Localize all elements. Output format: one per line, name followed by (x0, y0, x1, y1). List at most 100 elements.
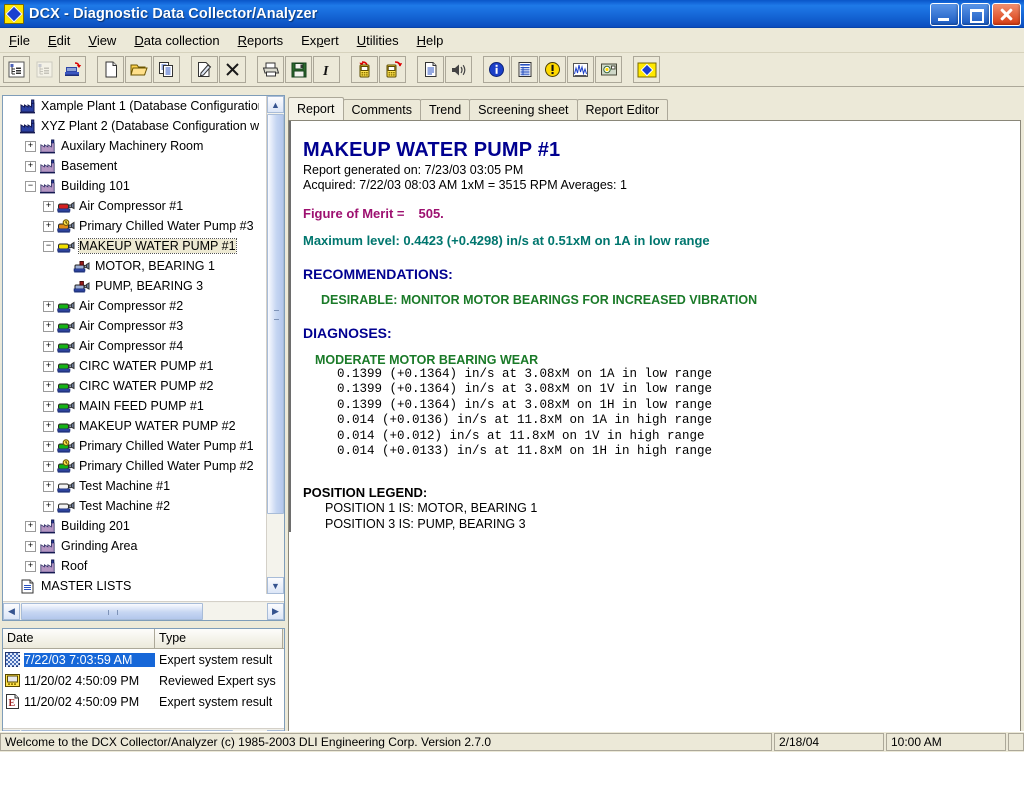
menu-item-file[interactable]: File (0, 30, 39, 51)
report-page-icon[interactable] (417, 56, 444, 83)
menu-item-utilities[interactable]: Utilities (348, 30, 408, 51)
asset-tree[interactable]: Xample Plant 1 (Database Configuration XY… (3, 96, 259, 594)
tree-node[interactable]: + Building 201 (3, 516, 259, 536)
tab-report-editor[interactable]: Report Editor (576, 99, 669, 120)
menu-item-view[interactable]: View (79, 30, 125, 51)
collector-upload-icon[interactable] (379, 56, 406, 83)
tree-node[interactable]: XYZ Plant 2 (Database Configuration wit (3, 116, 259, 136)
tree-node[interactable]: + Primary Chilled Water Pump #2 (3, 456, 259, 476)
expand-node-icon[interactable]: + (43, 500, 54, 512)
sound-icon[interactable] (445, 56, 472, 83)
expand-node-icon[interactable]: + (43, 420, 54, 432)
new-document-icon[interactable] (97, 56, 124, 83)
menu-item-edit[interactable]: Edit (39, 30, 79, 51)
tab-trend[interactable]: Trend (419, 99, 471, 120)
list-report-icon[interactable] (511, 56, 538, 83)
menu-item-expert[interactable]: Expert (292, 30, 348, 51)
info-icon[interactable] (483, 56, 510, 83)
scroll-right-arrow[interactable]: ▶ (267, 602, 284, 620)
tree-node[interactable]: + Air Compressor #3 (3, 316, 259, 336)
expand-node-icon[interactable]: + (25, 560, 36, 572)
expand-node-icon[interactable]: + (43, 460, 54, 472)
tree-hscroll-track[interactable] (20, 602, 267, 620)
scroll-left-arrow[interactable]: ◀ (3, 602, 20, 620)
expand-node-icon[interactable]: + (25, 520, 36, 532)
tree-node-label: Xample Plant 1 (Database Configuration (41, 99, 259, 113)
close-button[interactable] (992, 2, 1021, 26)
tree-node[interactable]: + Air Compressor #2 (3, 296, 259, 316)
copy-icon[interactable] (153, 56, 180, 83)
list-item[interactable]: 7/22/03 7:03:59 AM Expert system result (3, 649, 284, 670)
tree-node[interactable]: + Air Compressor #4 (3, 336, 259, 356)
tree-node[interactable]: + Basement (3, 156, 259, 176)
tab-screening-sheet[interactable]: Screening sheet (469, 99, 578, 120)
collapse-node-icon[interactable]: − (43, 240, 54, 252)
menu-item-reports[interactable]: Reports (229, 30, 293, 51)
photo-icon[interactable] (595, 56, 622, 83)
expand-node-icon[interactable]: + (43, 480, 54, 492)
warning-icon[interactable] (539, 56, 566, 83)
expand-node-icon[interactable]: + (25, 160, 36, 172)
tab-report[interactable]: Report (288, 97, 344, 120)
column-header-date[interactable]: Date (3, 629, 155, 648)
tree-node[interactable]: + MAIN FEED PUMP #1 (3, 396, 259, 416)
position-legend-line: POSITION 1 IS: MOTOR, BEARING 1 (325, 501, 538, 516)
expand-node-icon[interactable]: + (43, 440, 54, 452)
tree-node[interactable]: + Test Machine #2 (3, 496, 259, 516)
spectrum-chart-icon[interactable] (567, 56, 594, 83)
tree-hscroll-thumb[interactable] (21, 602, 203, 620)
tree-node[interactable]: + Air Compressor #1 (3, 196, 259, 216)
tree-vertical-scrollbar[interactable]: ▲ ▼ (266, 96, 284, 594)
tab-comments[interactable]: Comments (342, 99, 421, 120)
machine-upload-icon[interactable] (59, 56, 86, 83)
tree-node[interactable]: + CIRC WATER PUMP #2 (3, 376, 259, 396)
menu-item-help[interactable]: Help (408, 30, 453, 51)
tree-vscroll-thumb[interactable] (267, 114, 284, 514)
delete-x-icon[interactable] (219, 56, 246, 83)
column-header-type[interactable]: Type (155, 629, 283, 648)
tree-node[interactable]: Xample Plant 1 (Database Configuration (3, 96, 259, 116)
open-folder-icon[interactable] (125, 56, 152, 83)
minimize-button[interactable] (930, 2, 959, 26)
tree-node[interactable]: + Grinding Area (3, 536, 259, 556)
expand-node-icon[interactable]: + (43, 380, 54, 392)
tree-node[interactable]: − Building 101 (3, 176, 259, 196)
tree-node[interactable]: + Test Machine #1 (3, 476, 259, 496)
tree-node[interactable]: + Roof (3, 556, 259, 576)
tree-node[interactable]: − MAKEUP WATER PUMP #1 (3, 236, 259, 256)
expand-node-icon[interactable]: + (43, 340, 54, 352)
collector-download-icon[interactable] (351, 56, 378, 83)
tree-horizontal-scrollbar[interactable]: ◀ ▶ (3, 601, 284, 620)
tree-node[interactable]: PUMP, BEARING 3 (3, 276, 259, 296)
tree-node[interactable]: MOTOR, BEARING 1 (3, 256, 259, 276)
expand-node-icon[interactable]: + (43, 320, 54, 332)
expand-node-icon[interactable]: + (25, 140, 36, 152)
survey-list-header: Date Type (3, 629, 284, 649)
save-icon[interactable] (285, 56, 312, 83)
survey-list-rows[interactable]: 7/22/03 7:03:59 AM Expert system result 11… (3, 649, 284, 712)
tree-node[interactable]: + Primary Chilled Water Pump #3 (3, 216, 259, 236)
list-item[interactable]: 11/20/02 4:50:09 PM Reviewed Expert sys (3, 670, 284, 691)
italic-icon[interactable]: I (313, 56, 340, 83)
expand-node-icon[interactable]: + (43, 400, 54, 412)
expand-node-icon[interactable]: + (25, 540, 36, 552)
edit-document-icon[interactable] (191, 56, 218, 83)
print-icon[interactable] (257, 56, 284, 83)
menu-item-data-collection[interactable]: Data collection (125, 30, 228, 51)
collapse-node-icon[interactable]: − (25, 180, 36, 192)
about-dcx-icon[interactable] (633, 56, 660, 83)
expand-node-icon[interactable]: + (43, 300, 54, 312)
scroll-down-arrow[interactable]: ▼ (267, 577, 284, 594)
expand-node-icon[interactable]: + (43, 360, 54, 372)
tree-node[interactable]: + MAKEUP WATER PUMP #2 (3, 416, 259, 436)
maximize-restore-button[interactable] (961, 2, 990, 26)
tree-node[interactable]: + CIRC WATER PUMP #1 (3, 356, 259, 376)
expand-node-icon[interactable]: + (43, 220, 54, 232)
expand-node-icon[interactable]: + (43, 200, 54, 212)
tree-node[interactable]: + Primary Chilled Water Pump #1 (3, 436, 259, 456)
tree-node[interactable]: + Auxilary Machinery Room (3, 136, 259, 156)
scroll-up-arrow[interactable]: ▲ (267, 96, 284, 113)
tree-view-icon[interactable] (3, 56, 30, 83)
tree-node[interactable]: MASTER LISTS (3, 576, 259, 594)
list-item[interactable]: E 11/20/02 4:50:09 PM Expert system result (3, 691, 284, 712)
